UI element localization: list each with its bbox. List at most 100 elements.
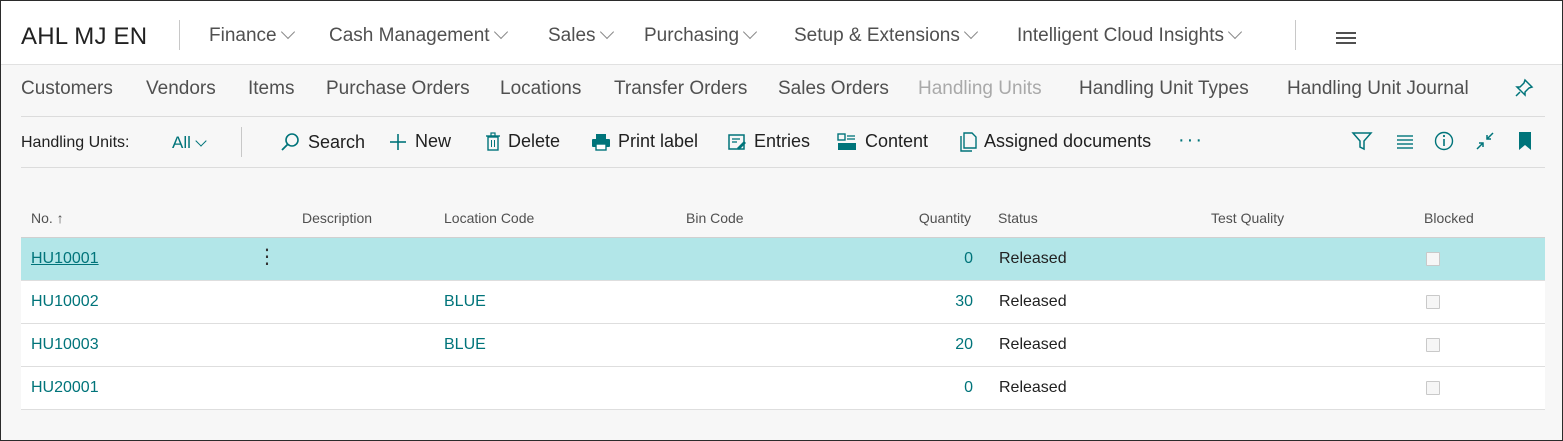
handling-unit-no-link[interactable]: HU10002 bbox=[31, 293, 99, 311]
blocked-checkbox[interactable] bbox=[1426, 252, 1440, 266]
app-window: AHL MJ EN Finance Cash Management Sales … bbox=[0, 0, 1563, 441]
view-selector[interactable]: All bbox=[172, 133, 207, 153]
column-test-quality[interactable]: Test Quality bbox=[1211, 210, 1284, 226]
column-status[interactable]: Status bbox=[998, 210, 1038, 226]
chevron-down-icon bbox=[963, 24, 978, 40]
document-icon bbox=[960, 131, 977, 152]
blocked-checkbox[interactable] bbox=[1426, 338, 1440, 352]
content-icon bbox=[837, 132, 856, 150]
nav-handling-units[interactable]: Handling Units bbox=[918, 78, 1042, 100]
status-cell: Released bbox=[999, 250, 1067, 267]
nav-transfer-orders[interactable]: Transfer Orders bbox=[614, 78, 747, 100]
entries-label: Entries bbox=[754, 131, 811, 151]
column-blocked[interactable]: Blocked bbox=[1424, 210, 1474, 226]
column-quantity[interactable]: Quantity bbox=[919, 210, 971, 226]
column-location-code[interactable]: Location Code bbox=[444, 210, 534, 226]
quantity-link[interactable]: 30 bbox=[955, 293, 973, 311]
menu-setup-extensions[interactable]: Setup & Extensions bbox=[794, 24, 978, 47]
table-header: No. ↑ Description Location Code Bin Code… bbox=[21, 196, 1545, 238]
view-label: All bbox=[172, 133, 191, 152]
nav-vendors[interactable]: Vendors bbox=[146, 78, 216, 100]
app-bar: AHL MJ EN Finance Cash Management Sales … bbox=[1, 1, 1562, 65]
chevron-down-icon bbox=[280, 24, 295, 40]
menu-cash-management[interactable]: Cash Management bbox=[329, 24, 508, 47]
column-description[interactable]: Description bbox=[302, 210, 372, 226]
delete-label: Delete bbox=[508, 131, 561, 151]
handling-unit-no-link[interactable]: HU20001 bbox=[31, 379, 99, 397]
more-actions-button[interactable]: ··· bbox=[1178, 129, 1204, 152]
table-row[interactable]: HU10001 ⋮ 0 Released bbox=[21, 238, 1545, 281]
new-button[interactable]: New bbox=[388, 131, 451, 152]
menu-label: Purchasing bbox=[644, 25, 740, 46]
divider bbox=[241, 127, 242, 157]
handling-units-table: No. ↑ Description Location Code Bin Code… bbox=[21, 196, 1545, 410]
nav-locations[interactable]: Locations bbox=[500, 78, 581, 100]
quantity-link[interactable]: 0 bbox=[964, 250, 973, 268]
list-view-icon[interactable] bbox=[1394, 130, 1416, 152]
hamburger-menu-icon[interactable] bbox=[1336, 32, 1356, 47]
collapse-icon[interactable] bbox=[1474, 130, 1496, 152]
handling-unit-no-link[interactable]: HU10001 bbox=[31, 250, 99, 268]
new-label: New bbox=[415, 131, 452, 151]
navigation-bar: Customers Vendors Items Purchase Orders … bbox=[1, 65, 1562, 115]
status-cell: Released bbox=[999, 336, 1067, 353]
menu-label: Cash Management bbox=[329, 25, 490, 46]
location-code-link[interactable]: BLUE bbox=[444, 293, 486, 311]
nav-customers[interactable]: Customers bbox=[21, 78, 113, 100]
blocked-checkbox[interactable] bbox=[1426, 295, 1440, 309]
menu-finance[interactable]: Finance bbox=[209, 24, 295, 47]
menu-label: Sales bbox=[548, 25, 596, 46]
action-bar: Handling Units: All Search New Delete Pr… bbox=[21, 116, 1545, 168]
nav-purchase-orders[interactable]: Purchase Orders bbox=[326, 78, 470, 100]
nav-sales-orders[interactable]: Sales Orders bbox=[778, 78, 889, 100]
info-icon[interactable] bbox=[1433, 130, 1455, 152]
entries-button[interactable]: Entries bbox=[727, 131, 810, 152]
filter-icon[interactable] bbox=[1351, 130, 1373, 152]
menu-label: Setup & Extensions bbox=[794, 25, 960, 46]
chevron-down-icon bbox=[1227, 24, 1243, 40]
pin-icon[interactable] bbox=[1513, 77, 1535, 99]
menu-sales[interactable]: Sales bbox=[548, 24, 614, 47]
location-code-link[interactable]: BLUE bbox=[444, 336, 486, 354]
status-cell: Released bbox=[999, 379, 1067, 396]
plus-icon bbox=[390, 133, 406, 150]
content-label: Content bbox=[865, 131, 929, 151]
assigned-documents-button[interactable]: Assigned documents bbox=[959, 131, 1151, 152]
menu-label: Intelligent Cloud Insights bbox=[1017, 25, 1225, 46]
menu-intelligent-cloud-insights[interactable]: Intelligent Cloud Insights bbox=[1017, 24, 1243, 47]
chevron-down-icon bbox=[195, 135, 207, 147]
handling-unit-no-link[interactable]: HU10003 bbox=[31, 336, 99, 354]
menu-purchasing[interactable]: Purchasing bbox=[644, 24, 758, 47]
table-row[interactable]: HU10003 BLUE 20 Released bbox=[21, 324, 1545, 367]
table-row[interactable]: HU20001 0 Released bbox=[21, 367, 1545, 410]
delete-button[interactable]: Delete bbox=[485, 131, 560, 152]
status-cell: Released bbox=[999, 293, 1067, 310]
chevron-down-icon bbox=[742, 24, 758, 40]
row-actions-icon[interactable]: ⋮ bbox=[257, 247, 277, 267]
quantity-link[interactable]: 20 bbox=[955, 336, 973, 354]
divider bbox=[1295, 20, 1296, 50]
search-icon bbox=[281, 133, 299, 151]
table-row[interactable]: HU10002 BLUE 30 Released bbox=[21, 281, 1545, 324]
nav-items[interactable]: Items bbox=[248, 78, 294, 100]
company-name[interactable]: AHL MJ EN bbox=[21, 23, 147, 51]
entries-icon bbox=[728, 133, 746, 150]
column-bin-code[interactable]: Bin Code bbox=[686, 210, 744, 226]
chevron-down-icon bbox=[599, 24, 614, 40]
menu-label: Finance bbox=[209, 25, 277, 46]
blocked-checkbox[interactable] bbox=[1426, 381, 1440, 395]
content-button[interactable]: Content bbox=[836, 131, 928, 152]
chevron-down-icon bbox=[493, 24, 508, 40]
search-button[interactable]: Search bbox=[279, 131, 365, 153]
search-label: Search bbox=[308, 131, 366, 152]
bookmark-icon[interactable] bbox=[1515, 130, 1535, 152]
printer-icon bbox=[592, 133, 610, 151]
page-caption: Handling Units: bbox=[21, 134, 130, 151]
trash-icon bbox=[486, 131, 500, 151]
nav-handling-unit-journal[interactable]: Handling Unit Journal bbox=[1287, 78, 1469, 100]
column-no[interactable]: No. ↑ bbox=[31, 210, 64, 226]
quantity-link[interactable]: 0 bbox=[964, 379, 973, 397]
divider bbox=[179, 20, 180, 50]
nav-handling-unit-types[interactable]: Handling Unit Types bbox=[1079, 78, 1249, 100]
print-label-button[interactable]: Print label bbox=[591, 131, 698, 152]
